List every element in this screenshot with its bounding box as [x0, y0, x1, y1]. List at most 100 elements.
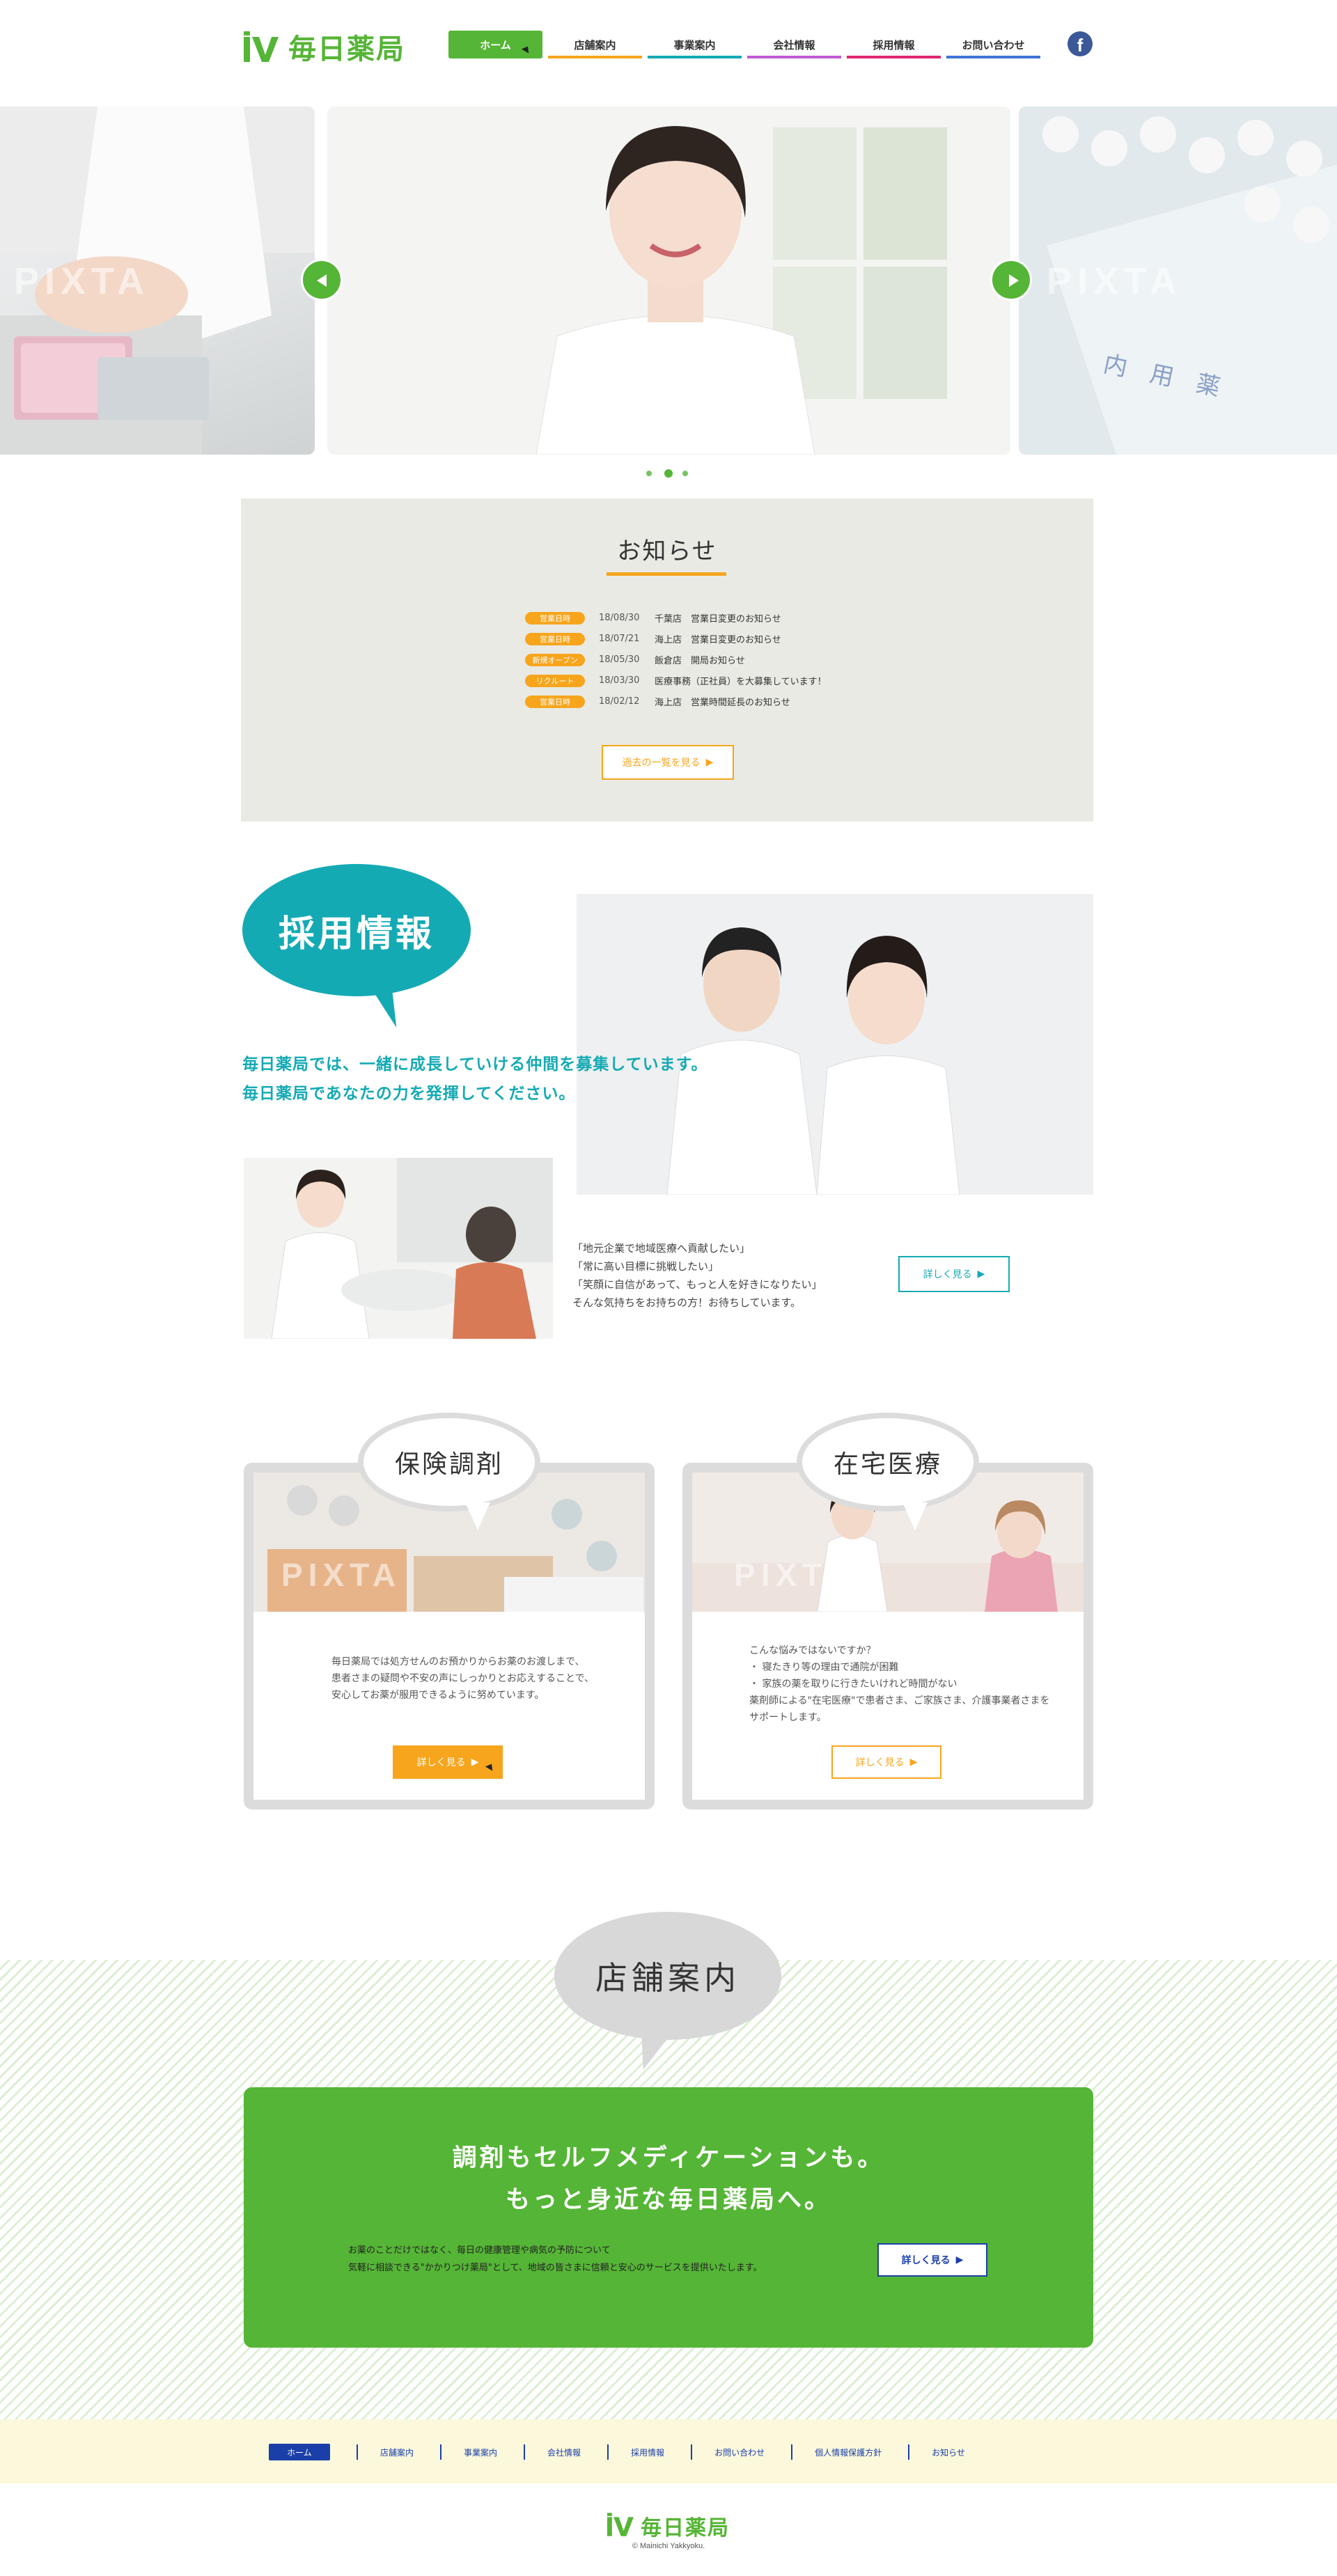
slider-dot[interactable] — [682, 471, 688, 476]
button-label: 詳しく見る — [923, 1269, 972, 1280]
nav-item-home[interactable]: ホーム — [448, 31, 542, 58]
pharmacist-consult-photo — [244, 1158, 553, 1339]
play-arrow-icon: ▶ — [977, 1269, 985, 1280]
button-label: 詳しく見る — [855, 1757, 905, 1768]
nav-item-label: 会社情報 — [773, 38, 815, 52]
footer-link-news[interactable]: お知らせ — [932, 2447, 965, 2458]
store-title: 店舗案内 — [595, 1959, 740, 1997]
news-date: 18/03/30 — [599, 675, 640, 686]
news-title: お知らせ — [617, 537, 717, 565]
news-item[interactable]: 営業日時 18/02/12 海上店 営業時間延長のお知らせ — [525, 695, 790, 708]
nav-underline — [946, 56, 1040, 58]
mouse-cursor-icon — [521, 44, 532, 54]
footer-separator — [440, 2444, 442, 2460]
news-item[interactable]: リクルート 18/03/30 医療事務（正社員）を大募集しています！ — [525, 674, 827, 687]
play-arrow-icon: ▶ — [471, 1757, 479, 1768]
service-text-line: ・ 家族の薬を取りに行きたいけれど時間がない — [749, 1679, 957, 1690]
watermark: PIXTA — [14, 260, 150, 302]
news-tag: 営業日時 — [525, 695, 585, 708]
nav-item-company[interactable]: 会社情報 — [747, 31, 841, 58]
store-headline-line: もっと身近な毎日薬局へ。 — [505, 2186, 831, 2214]
footer-separator — [357, 2444, 358, 2460]
service-title: 在宅医療 — [833, 1450, 942, 1479]
news-item[interactable]: 新規オープン 18/05/30 飯倉店 開局お知らせ — [525, 653, 745, 666]
pharmacist-smiling-image — [327, 107, 1010, 455]
nav-item-label: お問い合わせ — [962, 38, 1025, 52]
dispensing-more-button[interactable]: 詳しく見る ▶ — [393, 1745, 503, 1779]
nav-item-recruit[interactable]: 採用情報 — [847, 31, 941, 58]
service-text-line: 薬剤師による"在宅医療"で患者さま、ご家族さま、介護事業者さまを — [749, 1695, 1050, 1706]
nav-underline — [747, 56, 841, 58]
slider-prev-arrow-icon[interactable] — [301, 259, 343, 301]
recruit-copy: 「地元企業で地域医療へ貢献したい」 「常に高い目標に挑戦したい」 「笑顔に自信が… — [572, 1239, 822, 1312]
service-text-line: サポートします。 — [749, 1712, 827, 1723]
nav-underline — [548, 56, 642, 58]
news-tag: 営業日時 — [525, 611, 585, 625]
button-label: 詳しく見る — [416, 1757, 466, 1768]
nav-item-label: 事業案内 — [673, 38, 716, 52]
recruit-staff-photo — [577, 894, 1093, 1195]
hero-slide-current[interactable] — [327, 107, 1010, 455]
recruit-copy-line: 「笑顔に自信があって、もっと人を好きになりたい」 — [572, 1278, 822, 1291]
slider-next-arrow-icon[interactable] — [990, 259, 1032, 301]
nav-underline — [648, 56, 742, 58]
nav-item-contact[interactable]: お問い合わせ — [946, 31, 1040, 58]
footer-link-privacy[interactable]: 個人情報保護方針 — [815, 2447, 882, 2458]
news-section: お知らせ 営業日時 18/08/30 千葉店 営業日変更のお知らせ 営業日時 1… — [241, 498, 1093, 822]
service-title-bubble: 在宅医療 — [797, 1413, 979, 1511]
footer-link-company[interactable]: 会社情報 — [547, 2447, 581, 2458]
store-headline: 調剤もセルフメディケーションも。 もっと身近な毎日薬局へ。 — [244, 2137, 1093, 2221]
footer-link-home[interactable]: ホーム — [269, 2444, 330, 2460]
service-text: 毎日薬局では処方せんのお預かりからお薬のお渡しまで、 患者さまの疑問や不安の声に… — [331, 1654, 594, 1704]
store-headline-line: 調剤もセルフメディケーションも。 — [452, 2144, 885, 2172]
nav-item-stores[interactable]: 店舗案内 — [548, 31, 642, 58]
button-label: 過去の一覧を見る — [622, 757, 701, 769]
store-title-bubble: 店舗案内 — [554, 1912, 781, 2040]
homecare-more-button[interactable]: 詳しく見る ▶ — [831, 1745, 941, 1779]
recruit-title-bubble: 採用情報 — [242, 864, 471, 996]
footer-separator — [908, 2444, 910, 2460]
site-logo[interactable]: 毎日薬局 — [244, 26, 405, 67]
hero-slide-prev[interactable]: PIXTA — [0, 107, 315, 455]
news-tag: 営業日時 — [525, 632, 585, 645]
news-text: 医療事務（正社員）を大募集しています！ — [655, 677, 827, 687]
store-copy-line: 気軽に相談できる"かかりつけ薬局"として、地域の皆さまに信頼と安心のサービスを提… — [348, 2263, 763, 2273]
nav-item-label: ホーム — [480, 38, 511, 52]
facebook-glyph: f — [1077, 35, 1084, 56]
footer-logo[interactable]: 毎日薬局 — [0, 2511, 1337, 2541]
nav-item-label: 店舗案内 — [574, 38, 616, 52]
store-copy: お薬のことだけではなく、毎日の健康管理や病気の予防について 気軽に相談できる"か… — [348, 2242, 763, 2277]
footer-link-recruit[interactable]: 採用情報 — [631, 2447, 664, 2458]
service-text-line: 毎日薬局では処方せんのお預かりからお薬のお渡しまで、 — [331, 1656, 585, 1667]
news-text: 海上店 営業日変更のお知らせ — [655, 635, 781, 645]
logo-text: 毎日薬局 — [288, 33, 405, 65]
footer-separator — [524, 2444, 526, 2460]
service-text-line: 患者さまの疑問や不安の声にしっかりとお応えすることで、 — [331, 1673, 595, 1684]
recruit-lead: 毎日薬局では、一緒に成長していける仲間を募集しています。 毎日薬局であなたの力を… — [242, 1050, 707, 1108]
slider-dot-active[interactable] — [664, 469, 673, 478]
news-tag: リクルート — [525, 674, 585, 687]
bubble-tail — [902, 1502, 928, 1530]
play-arrow-icon: ▶ — [955, 2254, 964, 2265]
news-archive-button[interactable]: 過去の一覧を見る ▶ — [602, 745, 734, 780]
footer-link-business[interactable]: 事業案内 — [464, 2447, 497, 2458]
facebook-icon[interactable]: f — [1068, 31, 1093, 56]
footer-nav: ホーム 店舗案内 事業案内 会社情報 採用情報 お問い合わせ 個人情報保護方針 … — [269, 2444, 965, 2460]
nav-item-business[interactable]: 事業案内 — [648, 31, 742, 58]
news-item[interactable]: 営業日時 18/08/30 千葉店 営業日変更のお知らせ — [525, 611, 781, 625]
recruit-more-button[interactable]: 詳しく見る ▶ — [898, 1256, 1010, 1292]
logo-text: 毎日薬局 — [641, 2516, 730, 2540]
recruit-title: 採用情報 — [278, 913, 435, 955]
hero-slide-next[interactable]: 内 用 薬 PIXTA — [1019, 107, 1337, 455]
store-more-button[interactable]: 詳しく見る ▶ — [877, 2243, 987, 2277]
logo-mark-icon — [244, 31, 284, 62]
slider-dot[interactable] — [646, 471, 652, 476]
news-text: 海上店 営業時間延長のお知らせ — [655, 698, 790, 708]
footer-link-contact[interactable]: お問い合わせ — [714, 2447, 765, 2458]
footer-link-stores[interactable]: 店舗案内 — [380, 2447, 414, 2458]
news-date: 18/02/12 — [599, 696, 640, 707]
bubble-tail — [465, 1502, 490, 1530]
news-item[interactable]: 営業日時 18/07/21 海上店 営業日変更のお知らせ — [525, 632, 781, 645]
footer-separator — [607, 2444, 609, 2460]
service-card-dispensing: PIXTA 毎日薬局では処方せんのお預かりからお薬のお渡しまで、 患者さまの疑問… — [244, 1463, 655, 1809]
